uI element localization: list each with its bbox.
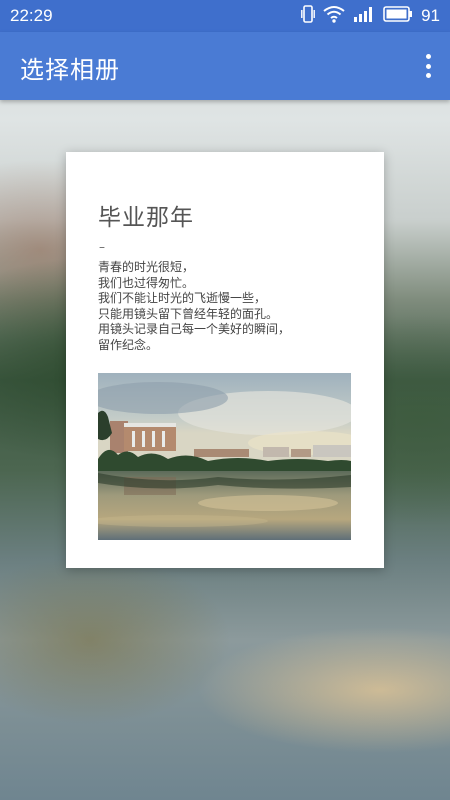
album-description: 青春的时光很短， 我们也过得匆忙。 我们不能让时光的飞逝慢一些， 只能用镜头留下… [98,260,358,354]
battery-icon [383,5,413,27]
album-title-dash: – [99,240,105,254]
description-line: 用镜头记录自己每一个美好的瞬间， [98,322,291,337]
description-line: 留作纪念。 [98,337,159,352]
screen: 22:29 91 选择相册 毕业那年 – 青春的时光很短， 我们也过得匆忙。 我… [0,0,450,800]
album-card[interactable]: 毕业那年 – 青春的时光很短， 我们也过得匆忙。 我们不能让时光的飞逝慢一些， … [66,152,384,568]
album-title: 毕业那年 [98,205,194,231]
battery-level: 91 [421,6,440,25]
app-bar: 选择相册 [0,32,450,100]
status-time: 22:29 [10,6,53,25]
album-cover-photo [98,373,351,540]
description-line: 青春的时光很短， [98,260,195,274]
description-line: 我们不能让时光的飞逝慢一些， [98,291,267,306]
vibrate-icon [301,4,315,28]
description-line: 我们也过得匆忙。 [98,275,195,290]
status-bar: 22:29 91 [0,0,450,32]
wifi-icon [323,5,345,28]
app-title: 选择相册 [20,56,120,84]
description-line: 只能用镜头留下曾经年轻的面孔。 [98,306,279,321]
signal-icon [353,6,375,27]
more-vert-icon[interactable] [420,52,436,80]
status-icons: 91 [301,4,440,28]
